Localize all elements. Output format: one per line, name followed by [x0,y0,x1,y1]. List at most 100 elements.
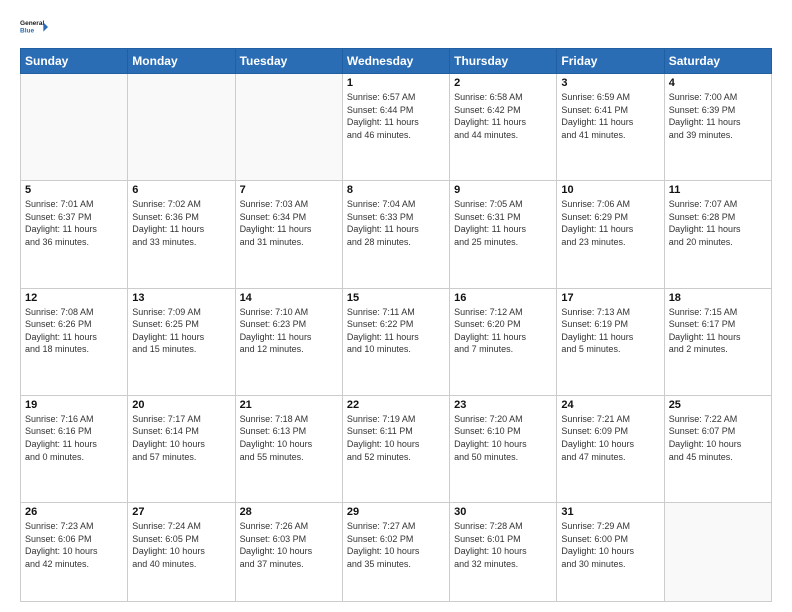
calendar-week-row: 1 Sunrise: 6:57 AM Sunset: 6:44 PM Daylig… [21,74,772,181]
day-number: 18 [669,292,767,304]
calendar-week-row: 26 Sunrise: 7:23 AM Sunset: 6:06 PM Dayli… [21,503,772,602]
day-header-friday: Friday [557,49,664,74]
calendar-cell: 11 Sunrise: 7:07 AM Sunset: 6:28 PM Dayli… [664,181,771,288]
calendar-week-row: 5 Sunrise: 7:01 AM Sunset: 6:37 PM Daylig… [21,181,772,288]
day-info: Sunrise: 7:16 AM Sunset: 6:16 PM Dayligh… [25,413,123,463]
day-number: 10 [561,184,659,196]
day-number: 28 [240,506,338,518]
day-number: 25 [669,399,767,411]
day-number: 2 [454,77,552,89]
calendar-week-row: 19Sunrise: 7:16 AM Sunset: 6:16 PM Dayli… [21,395,772,502]
calendar-cell: 16 Sunrise: 7:12 AM Sunset: 6:20 PM Dayli… [450,288,557,395]
calendar-cell: 22 Sunrise: 7:19 AM Sunset: 6:11 PM Dayli… [342,395,449,502]
day-number: 23 [454,399,552,411]
day-number: 3 [561,77,659,89]
day-info: Sunrise: 7:10 AM Sunset: 6:23 PM Dayligh… [240,306,338,356]
day-number: 24 [561,399,659,411]
day-number: 8 [347,184,445,196]
calendar-cell [664,503,771,602]
day-info: Sunrise: 7:23 AM Sunset: 6:06 PM Dayligh… [25,520,123,570]
day-number: 22 [347,399,445,411]
day-header-monday: Monday [128,49,235,74]
day-info: Sunrise: 7:08 AM Sunset: 6:26 PM Dayligh… [25,306,123,356]
calendar-cell: 3Sunrise: 6:59 AM Sunset: 6:41 PM Daylig… [557,74,664,181]
day-number: 31 [561,506,659,518]
day-info: Sunrise: 7:20 AM Sunset: 6:10 PM Dayligh… [454,413,552,463]
calendar-cell: 13 Sunrise: 7:09 AM Sunset: 6:25 PM Dayli… [128,288,235,395]
day-number: 4 [669,77,767,89]
day-info: Sunrise: 7:17 AM Sunset: 6:14 PM Dayligh… [132,413,230,463]
calendar-cell: 6Sunrise: 7:02 AM Sunset: 6:36 PM Daylig… [128,181,235,288]
header: GeneralBlue [20,16,772,38]
day-info: Sunrise: 7:13 AM Sunset: 6:19 PM Dayligh… [561,306,659,356]
day-info: Sunrise: 7:18 AM Sunset: 6:13 PM Dayligh… [240,413,338,463]
day-info: Sunrise: 7:26 AM Sunset: 6:03 PM Dayligh… [240,520,338,570]
calendar-cell: 7Sunrise: 7:03 AM Sunset: 6:34 PM Daylig… [235,181,342,288]
calendar-cell: 15 Sunrise: 7:11 AM Sunset: 6:22 PM Dayli… [342,288,449,395]
calendar-cell: 5 Sunrise: 7:01 AM Sunset: 6:37 PM Daylig… [21,181,128,288]
page: GeneralBlue SundayMondayTuesdayWednesday… [0,0,792,612]
calendar-cell: 21 Sunrise: 7:18 AM Sunset: 6:13 PM Dayli… [235,395,342,502]
logo-icon: GeneralBlue [20,16,48,38]
calendar-cell: 4 Sunrise: 7:00 AM Sunset: 6:39 PM Daylig… [664,74,771,181]
calendar-cell: 10 Sunrise: 7:06 AM Sunset: 6:29 PM Dayli… [557,181,664,288]
day-info: Sunrise: 7:11 AM Sunset: 6:22 PM Dayligh… [347,306,445,356]
day-info: Sunrise: 7:12 AM Sunset: 6:20 PM Dayligh… [454,306,552,356]
calendar-header-row: SundayMondayTuesdayWednesdayThursdayFrid… [21,49,772,74]
calendar-cell: 1 Sunrise: 6:57 AM Sunset: 6:44 PM Daylig… [342,74,449,181]
day-info: Sunrise: 7:22 AM Sunset: 6:07 PM Dayligh… [669,413,767,463]
day-info: Sunrise: 7:15 AM Sunset: 6:17 PM Dayligh… [669,306,767,356]
day-number: 13 [132,292,230,304]
day-header-tuesday: Tuesday [235,49,342,74]
day-number: 17 [561,292,659,304]
day-header-sunday: Sunday [21,49,128,74]
calendar-table: SundayMondayTuesdayWednesdayThursdayFrid… [20,48,772,602]
day-header-saturday: Saturday [664,49,771,74]
day-info: Sunrise: 7:28 AM Sunset: 6:01 PM Dayligh… [454,520,552,570]
calendar-cell: 29Sunrise: 7:27 AM Sunset: 6:02 PM Dayli… [342,503,449,602]
day-number: 5 [25,184,123,196]
day-info: Sunrise: 7:02 AM Sunset: 6:36 PM Dayligh… [132,198,230,248]
day-number: 15 [347,292,445,304]
day-info: Sunrise: 7:09 AM Sunset: 6:25 PM Dayligh… [132,306,230,356]
day-info: Sunrise: 6:57 AM Sunset: 6:44 PM Dayligh… [347,91,445,141]
day-number: 11 [669,184,767,196]
day-number: 9 [454,184,552,196]
day-info: Sunrise: 7:01 AM Sunset: 6:37 PM Dayligh… [25,198,123,248]
day-number: 21 [240,399,338,411]
calendar-cell: 19Sunrise: 7:16 AM Sunset: 6:16 PM Dayli… [21,395,128,502]
day-number: 26 [25,506,123,518]
day-number: 12 [25,292,123,304]
day-info: Sunrise: 7:05 AM Sunset: 6:31 PM Dayligh… [454,198,552,248]
day-info: Sunrise: 7:19 AM Sunset: 6:11 PM Dayligh… [347,413,445,463]
day-info: Sunrise: 6:58 AM Sunset: 6:42 PM Dayligh… [454,91,552,141]
svg-text:Blue: Blue [20,28,34,35]
calendar-cell [128,74,235,181]
svg-text:General: General [20,20,44,27]
calendar-cell: 20Sunrise: 7:17 AM Sunset: 6:14 PM Dayli… [128,395,235,502]
calendar-cell: 14Sunrise: 7:10 AM Sunset: 6:23 PM Dayli… [235,288,342,395]
calendar-cell: 12 Sunrise: 7:08 AM Sunset: 6:26 PM Dayli… [21,288,128,395]
calendar-cell: 30 Sunrise: 7:28 AM Sunset: 6:01 PM Dayli… [450,503,557,602]
day-info: Sunrise: 7:29 AM Sunset: 6:00 PM Dayligh… [561,520,659,570]
day-header-wednesday: Wednesday [342,49,449,74]
day-info: Sunrise: 7:07 AM Sunset: 6:28 PM Dayligh… [669,198,767,248]
calendar-cell: 8 Sunrise: 7:04 AM Sunset: 6:33 PM Daylig… [342,181,449,288]
calendar-cell [21,74,128,181]
day-info: Sunrise: 7:00 AM Sunset: 6:39 PM Dayligh… [669,91,767,141]
calendar-cell: 27Sunrise: 7:24 AM Sunset: 6:05 PM Dayli… [128,503,235,602]
day-info: Sunrise: 7:03 AM Sunset: 6:34 PM Dayligh… [240,198,338,248]
day-info: Sunrise: 7:21 AM Sunset: 6:09 PM Dayligh… [561,413,659,463]
calendar-cell: 25 Sunrise: 7:22 AM Sunset: 6:07 PM Dayli… [664,395,771,502]
calendar-cell: 23 Sunrise: 7:20 AM Sunset: 6:10 PM Dayli… [450,395,557,502]
day-header-thursday: Thursday [450,49,557,74]
day-info: Sunrise: 7:06 AM Sunset: 6:29 PM Dayligh… [561,198,659,248]
calendar-cell [235,74,342,181]
day-number: 30 [454,506,552,518]
calendar-cell: 24 Sunrise: 7:21 AM Sunset: 6:09 PM Dayli… [557,395,664,502]
calendar-week-row: 12 Sunrise: 7:08 AM Sunset: 6:26 PM Dayli… [21,288,772,395]
day-number: 16 [454,292,552,304]
day-number: 1 [347,77,445,89]
day-info: Sunrise: 7:04 AM Sunset: 6:33 PM Dayligh… [347,198,445,248]
calendar-cell: 26 Sunrise: 7:23 AM Sunset: 6:06 PM Dayli… [21,503,128,602]
